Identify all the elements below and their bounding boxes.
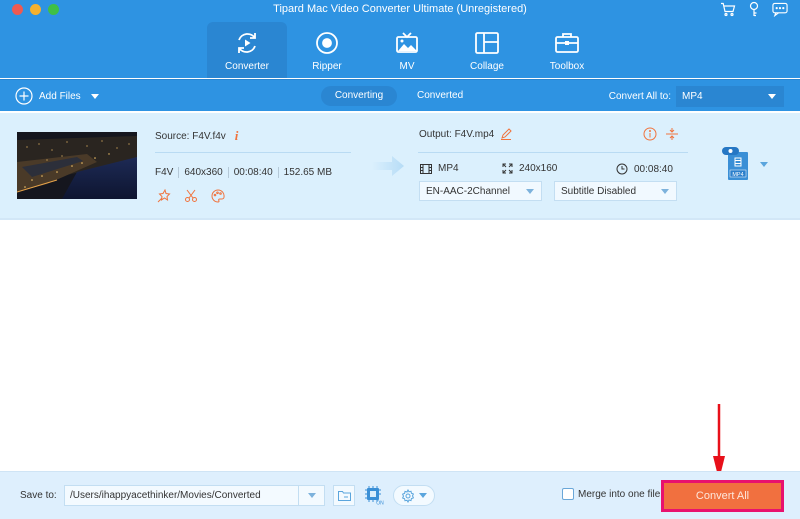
edit-actions: [157, 189, 225, 203]
subtitle-value: Subtitle Disabled: [561, 185, 637, 197]
add-files-label: Add Files: [39, 90, 81, 102]
output-format-info: MP4: [420, 163, 459, 174]
gear-icon: [401, 488, 415, 503]
output-duration-info: 00:08:40: [616, 163, 673, 175]
merge-checkbox[interactable]: Merge into one file: [562, 488, 660, 500]
status-tabs: Converting Converted: [321, 86, 479, 106]
nav-toolbox[interactable]: Toolbox: [527, 22, 607, 78]
source-label: Source: F4V.f4v: [155, 130, 226, 142]
folder-icon: [337, 491, 351, 501]
bottom-bar: Save to: /Users/ihappyacethinker/Movies/…: [0, 471, 800, 519]
chevron-down-icon: [661, 188, 669, 194]
output-filename: Output: F4V.mp4: [419, 128, 512, 140]
source-duration: 00:08:40: [233, 167, 273, 178]
file-list-item: Source: F4V.f4v i F4V 640x360 00:08:40 1…: [0, 113, 800, 220]
app-header: Tipard Mac Video Converter Ultimate (Unr…: [0, 0, 800, 78]
nav-converter-label: Converter: [225, 61, 269, 72]
chevron-down-icon: [419, 493, 427, 498]
toolbar: Add Files Converting Converted Convert A…: [0, 79, 800, 111]
toolbox-icon: [554, 30, 580, 56]
nav-collage-label: Collage: [470, 61, 504, 72]
format-dropdown-icon[interactable]: [760, 162, 768, 167]
source-format: F4V: [155, 167, 174, 178]
save-path-value[interactable]: /Users/ihappyacethinker/Movies/Converted: [65, 490, 298, 501]
nav-ripper[interactable]: Ripper: [287, 22, 367, 78]
output-actions: [643, 127, 679, 141]
collage-icon: [474, 30, 500, 56]
convert-all-button[interactable]: Convert All: [661, 480, 784, 512]
save-path-field[interactable]: /Users/ihappyacethinker/Movies/Converted: [64, 485, 325, 506]
nav-converter[interactable]: Converter: [207, 22, 287, 78]
cart-icon[interactable]: [720, 1, 736, 17]
cpu-icon: ON: [365, 486, 384, 506]
merge-label: Merge into one file: [578, 488, 661, 500]
output-format: MP4: [438, 163, 459, 174]
convert-all-to: Convert All to: MP4: [609, 86, 784, 107]
source-filename: Source: F4V.f4v i: [155, 128, 238, 144]
nav-collage[interactable]: Collage: [447, 22, 527, 78]
film-icon: [420, 163, 432, 174]
top-right-icons: [720, 1, 788, 17]
source-resolution: 640x360: [184, 167, 223, 178]
audio-track-value: EN-AAC-2Channel: [426, 185, 510, 197]
output-duration: 00:08:40: [634, 163, 673, 175]
add-files-dropdown-icon[interactable]: [90, 93, 99, 99]
convert-all-format-select[interactable]: MP4: [676, 86, 784, 107]
add-icon: [15, 87, 33, 105]
source-size: 152.65 MB: [283, 167, 333, 178]
add-files-button[interactable]: Add Files: [15, 87, 99, 105]
chevron-down-icon: [307, 493, 316, 498]
edit-name-icon[interactable]: [500, 128, 512, 140]
separator: [178, 167, 180, 178]
resize-icon: [502, 163, 513, 174]
hardware-acceleration-button[interactable]: ON: [363, 484, 385, 506]
cut-icon[interactable]: [184, 189, 198, 203]
open-folder-button[interactable]: [333, 485, 355, 506]
audio-track-select[interactable]: EN-AAC-2Channel: [419, 181, 542, 201]
output-label: Output: F4V.mp4: [419, 128, 495, 140]
video-thumbnail[interactable]: [17, 132, 137, 199]
output-metadata: MP4 240x160 00:08:40: [420, 163, 678, 177]
output-resolution: 240x160: [519, 163, 558, 174]
separator: [277, 167, 279, 178]
tab-converting[interactable]: Converting: [321, 86, 397, 106]
merge-checkbox-box[interactable]: [562, 488, 574, 500]
tab-converted[interactable]: Converted: [401, 86, 479, 106]
settings-button[interactable]: [393, 485, 435, 506]
save-path-dropdown[interactable]: [298, 486, 324, 505]
key-icon[interactable]: [746, 1, 762, 17]
convert-all-format-value: MP4: [682, 91, 703, 102]
divider: [418, 152, 688, 153]
feedback-icon[interactable]: [772, 1, 788, 17]
output-info-icon[interactable]: [643, 127, 657, 141]
output-format-icon[interactable]: MP4: [722, 147, 756, 183]
window-title: Tipard Mac Video Converter Ultimate (Unr…: [273, 3, 527, 15]
mv-icon: [394, 30, 420, 56]
nav-toolbox-label: Toolbox: [549, 61, 585, 72]
source-metadata: F4V 640x360 00:08:40 152.65 MB: [155, 167, 332, 178]
ripper-icon: [314, 30, 340, 56]
convert-all-to-label: Convert All to:: [608, 91, 671, 102]
nav-mv[interactable]: MV: [367, 22, 447, 78]
format-badge-text: MP4: [732, 172, 743, 178]
nav-ripper-label: Ripper: [312, 61, 342, 72]
compress-icon[interactable]: [665, 127, 679, 141]
divider: [155, 152, 351, 153]
hw-accel-badge: ON: [376, 501, 384, 506]
source-info-icon[interactable]: i: [235, 128, 239, 144]
conversion-arrow-icon: [372, 156, 404, 176]
chevron-down-icon: [526, 188, 534, 194]
enhance-icon[interactable]: [157, 189, 171, 203]
converter-icon: [234, 30, 260, 56]
subtitle-select[interactable]: Subtitle Disabled: [554, 181, 677, 201]
palette-icon[interactable]: [211, 189, 225, 203]
nav-mv-label: MV: [399, 61, 415, 72]
main-nav: Converter Ripper MV Collage Toolbox: [207, 22, 607, 78]
output-resolution-info: 240x160: [502, 163, 557, 174]
separator: [227, 167, 229, 178]
clock-icon: [616, 163, 628, 175]
annotation-arrow-icon: [713, 404, 725, 480]
chevron-down-icon: [768, 94, 776, 99]
save-to-label: Save to:: [20, 490, 57, 501]
